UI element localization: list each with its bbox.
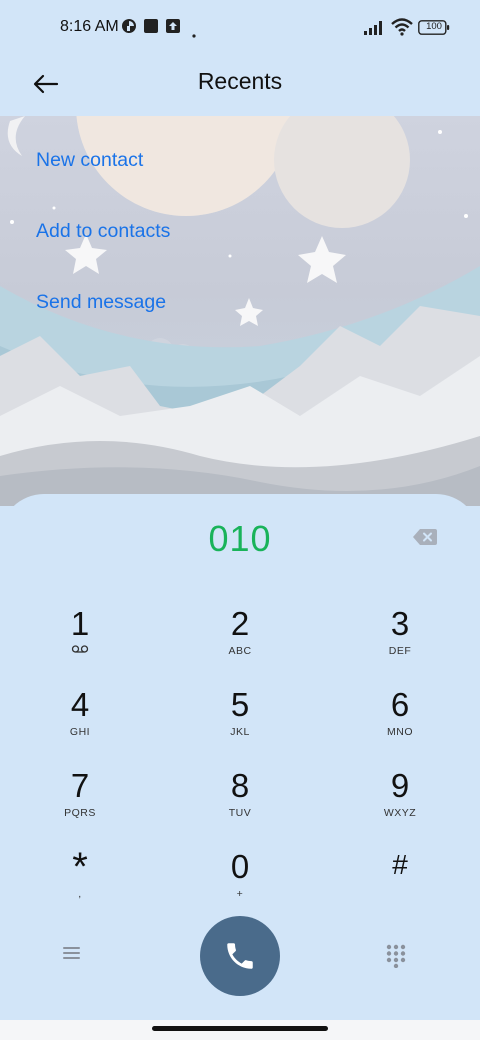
key-digit: 3 [390,605,410,642]
key-digit: 1 [70,605,90,642]
key-9[interactable]: 9 WXYZ [340,766,460,838]
key-digit: 9 [390,767,410,804]
call-button[interactable] [200,916,280,996]
key-8[interactable]: 8 TUV [180,766,300,838]
dialpad-icon [386,944,406,969]
key-letters: DEF [388,645,412,657]
home-indicator[interactable] [152,1026,328,1031]
new-contact-link[interactable]: New contact [36,146,170,217]
wifi-icon [391,18,413,41]
send-message-link[interactable]: Send message [36,288,170,359]
key-digit: 2 [230,605,250,642]
square-notification-icon [143,18,159,39]
signal-icon [364,20,386,40]
menu-icon [63,947,80,959]
key-letters: WXYZ [383,807,417,819]
status-bar: 8:16 AM 100 [0,0,480,56]
key-hash[interactable]: # [340,847,460,919]
key-letters: , [78,888,82,900]
wallpaper: New contact Add to contacts Send message [0,116,480,506]
key-1[interactable]: 1 [20,604,140,676]
key-7[interactable]: 7 PQRS [20,766,140,838]
key-digit: * [72,845,88,889]
key-4[interactable]: 4 GHI [20,685,140,757]
dialer-actions [0,916,480,996]
dial-panel: 010 1 2 ABC 3 DEF 4 GHI 5 JKL 6 MNO 7 PQ… [0,494,480,1020]
key-digit: 0 [230,848,250,885]
key-digit: 5 [230,686,250,723]
dialpad-toggle-button[interactable] [386,944,414,972]
backspace-icon [413,529,437,545]
key-digit: 7 [70,767,90,804]
key-2[interactable]: 2 ABC [180,604,300,676]
dot-icon [192,25,196,43]
key-digit: 6 [390,686,410,723]
gesture-bar [0,1020,480,1040]
menu-button[interactable] [62,944,94,968]
key-digit: 8 [230,767,250,804]
backspace-button[interactable] [412,528,442,548]
key-0[interactable]: 0 + [180,847,300,919]
key-letters: ABC [228,645,252,657]
key-letters: JKL [230,726,250,738]
add-to-contacts-link[interactable]: Add to contacts [36,217,170,288]
header: Recents [0,56,480,116]
key-letters: PQRS [64,807,96,819]
voicemail-icon [20,644,140,658]
key-letters: + [236,888,244,900]
upload-icon [165,18,181,39]
status-time: 8:16 AM [60,18,119,35]
key-letters: TUV [228,807,252,819]
phone-icon [227,943,253,969]
actions-list: New contact Add to contacts Send message [36,146,170,359]
vpn-icon [121,18,137,39]
dialed-number: 010 [208,518,272,559]
key-star[interactable]: * , [20,847,140,919]
key-letters: GHI [69,726,91,738]
page-title: Recents [197,68,283,94]
key-digit: # [392,849,408,880]
key-digit: 4 [70,686,90,723]
battery-level: 100 [426,21,442,32]
key-6[interactable]: 6 MNO [340,685,460,757]
key-3[interactable]: 3 DEF [340,604,460,676]
key-5[interactable]: 5 JKL [180,685,300,757]
key-letters: MNO [387,726,413,738]
